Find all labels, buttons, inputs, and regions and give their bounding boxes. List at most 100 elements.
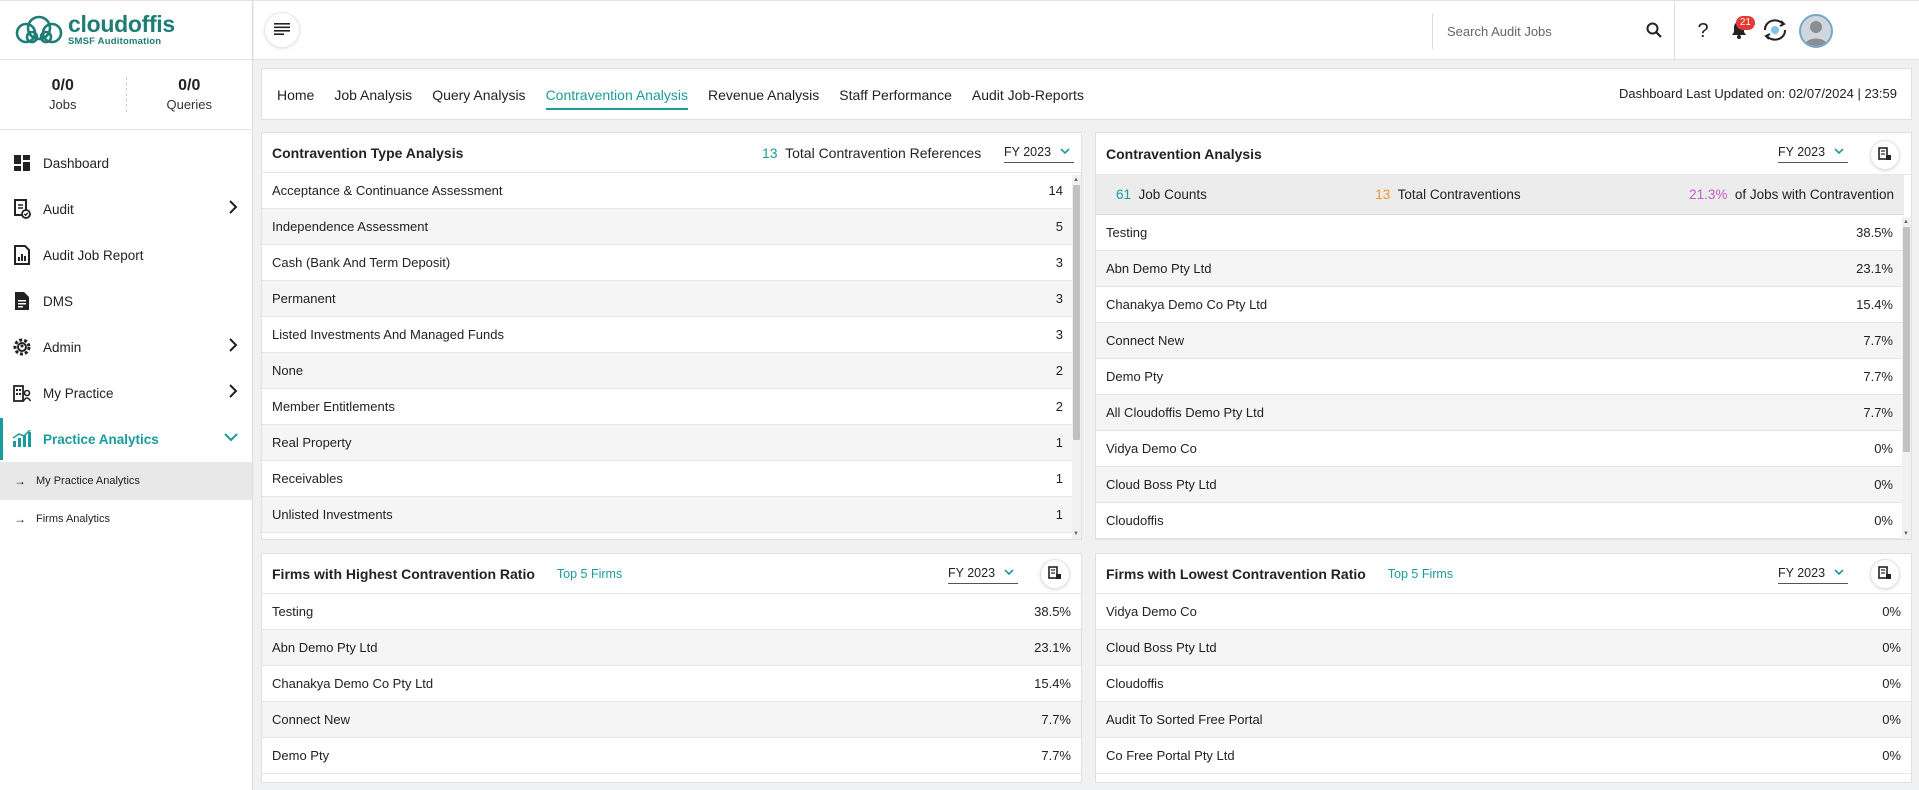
tab-contravention-analysis[interactable]: Contravention Analysis: [545, 83, 689, 110]
row-name: Vidya Demo Co: [1106, 441, 1197, 456]
scroll-down-icon[interactable]: ▼: [1073, 530, 1079, 538]
table-row[interactable]: Demo Pty 7.7%: [1096, 359, 1903, 395]
row-name: All Cloudoffis Demo Pty Ltd: [1106, 405, 1264, 420]
download-report-button[interactable]: [1870, 140, 1900, 170]
download-report-button[interactable]: [1040, 559, 1070, 589]
highest-ratio-title: Firms with Highest Contravention Ratio: [272, 565, 535, 582]
sidebar-item-dms[interactable]: DMS: [0, 278, 252, 324]
row-value: 0%: [1882, 712, 1901, 727]
table-row[interactable]: Testing 38.5%: [262, 594, 1081, 630]
scroll-up-icon[interactable]: ▲: [1903, 218, 1909, 226]
table-row[interactable]: Chanakya Demo Co Pty Ltd 15.4%: [1096, 287, 1903, 323]
table-row[interactable]: Permanent 3: [262, 281, 1073, 317]
jobs-label: Jobs: [49, 97, 77, 112]
sidebar-subitem-firms-analytics[interactable]: → Firms Analytics: [0, 500, 252, 538]
tab-staff-performance[interactable]: Staff Performance: [839, 83, 952, 107]
sidebar-item-my-practice[interactable]: My Practice: [0, 370, 252, 416]
row-name: Abn Demo Pty Ltd: [1106, 261, 1212, 276]
table-row[interactable]: Demo Pty 7.7%: [262, 738, 1081, 774]
row-value: 0%: [1882, 604, 1901, 619]
sidebar-item-audit-job-report[interactable]: Audit Job Report: [0, 232, 252, 278]
tab-home[interactable]: Home: [277, 83, 314, 107]
table-row[interactable]: Listed Investments And Managed Funds 3: [262, 317, 1073, 353]
total-references-count: 13: [762, 145, 778, 161]
tab-revenue-analysis[interactable]: Revenue Analysis: [708, 83, 819, 107]
table-row[interactable]: Acceptance & Continuance Assessment 14: [262, 173, 1073, 209]
search-icon[interactable]: [1646, 22, 1662, 41]
row-value: 7.7%: [1863, 405, 1893, 420]
sidebar-item-admin[interactable]: Admin: [0, 324, 252, 370]
table-row[interactable]: Audit To Sorted Free Portal 0%: [1096, 702, 1911, 738]
fy-select-type[interactable]: FY 2023: [1004, 145, 1074, 163]
table-row[interactable]: Receivables 1: [262, 461, 1073, 497]
sync-button[interactable]: [1757, 13, 1793, 49]
row-name: Chanakya Demo Co Pty Ltd: [272, 676, 434, 691]
document-icon: [12, 291, 32, 311]
jobs-counter[interactable]: 0/0 Jobs: [0, 77, 126, 112]
search-box: [1432, 13, 1674, 49]
table-row[interactable]: Abn Demo Pty Ltd 23.1%: [1096, 251, 1903, 287]
row-value: 0%: [1874, 441, 1893, 456]
tab-audit-job-reports[interactable]: Audit Job-Reports: [972, 83, 1084, 107]
table-row[interactable]: Chanakya Demo Co Pty Ltd 15.4%: [262, 666, 1081, 702]
table-row[interactable]: Independence Assessment 5: [262, 209, 1073, 245]
help-button[interactable]: ?: [1685, 13, 1721, 49]
row-value: 38.5%: [1034, 604, 1071, 619]
sidebar-subitem-my-practice-analytics[interactable]: → My Practice Analytics: [0, 462, 252, 500]
table-row[interactable]: Cloud Boss Pty Ltd 0%: [1096, 630, 1911, 666]
sidebar-label-practice-analytics: Practice Analytics: [43, 431, 159, 447]
fy-select-lowest[interactable]: FY 2023: [1778, 566, 1848, 584]
sidebar-item-audit[interactable]: Audit: [0, 186, 252, 232]
scrollbar[interactable]: ▲ ▼: [1072, 175, 1081, 539]
table-row[interactable]: Cash (Bank And Term Deposit) 3: [262, 245, 1073, 281]
notifications-button[interactable]: 21: [1721, 13, 1757, 49]
row-name: Cloud Boss Pty Ltd: [1106, 640, 1217, 655]
queries-count: 0/0: [178, 77, 201, 94]
tab-job-analysis[interactable]: Job Analysis: [334, 83, 412, 107]
fy-select-analysis[interactable]: FY 2023: [1778, 145, 1848, 163]
scroll-up-icon[interactable]: ▲: [1073, 176, 1079, 184]
row-value: 0%: [1882, 640, 1901, 655]
table-row[interactable]: Member Entitlements 2: [262, 389, 1073, 425]
contravention-analysis-title: Contravention Analysis: [1106, 145, 1262, 162]
table-row[interactable]: Vidya Demo Co 0%: [1096, 594, 1911, 630]
search-input[interactable]: [1447, 23, 1647, 39]
table-row[interactable]: Cloudoffis 0%: [1096, 503, 1903, 539]
user-avatar[interactable]: [1799, 14, 1833, 48]
row-name: Listed Investments And Managed Funds: [272, 327, 504, 342]
download-report-button[interactable]: [1870, 559, 1900, 589]
table-row[interactable]: Vidya Demo Co 0%: [1096, 431, 1903, 467]
table-row[interactable]: Cloud Boss Pty Ltd 0%: [1096, 467, 1903, 503]
fy-select-highest[interactable]: FY 2023: [948, 566, 1018, 584]
sidebar-item-dashboard[interactable]: Dashboard: [0, 140, 252, 186]
table-row[interactable]: Connect New 7.7%: [1096, 323, 1903, 359]
sidebar-nav: Dashboard Audit Audit Job Report DMS Adm…: [0, 140, 252, 462]
table-row[interactable]: Unlisted Investments 1: [262, 497, 1073, 533]
table-row[interactable]: Co Free Portal Pty Ltd 0%: [1096, 738, 1911, 774]
row-name: Testing: [272, 604, 314, 619]
menu-toggle-button[interactable]: [264, 12, 300, 48]
sidebar-item-practice-analytics[interactable]: Practice Analytics: [0, 416, 252, 462]
analytics-tabs-bar: Home Job Analysis Query Analysis Contrav…: [261, 68, 1912, 120]
scrollbar[interactable]: ▲ ▼: [1902, 217, 1911, 539]
table-row[interactable]: Testing 38.5%: [1096, 215, 1903, 251]
table-row[interactable]: Cloudoffis 0%: [1096, 666, 1911, 702]
scroll-down-icon[interactable]: ▼: [1903, 530, 1909, 538]
table-row[interactable]: Abn Demo Pty Ltd 23.1%: [262, 630, 1081, 666]
report-icon: [12, 245, 32, 265]
jobs-count: 0/0: [51, 77, 74, 94]
table-row[interactable]: Real Property 1: [262, 425, 1073, 461]
tab-query-analysis[interactable]: Query Analysis: [432, 83, 525, 107]
queries-counter[interactable]: 0/0 Queries: [125, 77, 253, 112]
scrollbar-thumb[interactable]: [1073, 185, 1080, 440]
row-value: 0%: [1882, 748, 1901, 763]
table-row[interactable]: Connect New 7.7%: [262, 702, 1081, 738]
brand-logo[interactable]: cloudoffis SMSF Auditomation: [0, 0, 252, 60]
scrollbar-thumb[interactable]: [1903, 227, 1910, 452]
table-row[interactable]: None 2: [262, 353, 1073, 389]
row-value: 14: [1048, 183, 1063, 198]
row-value: 0%: [1874, 477, 1893, 492]
row-name: Cloudoffis: [1106, 513, 1164, 528]
table-row[interactable]: All Cloudoffis Demo Pty Ltd 7.7%: [1096, 395, 1903, 431]
row-value: 15.4%: [1856, 297, 1893, 312]
